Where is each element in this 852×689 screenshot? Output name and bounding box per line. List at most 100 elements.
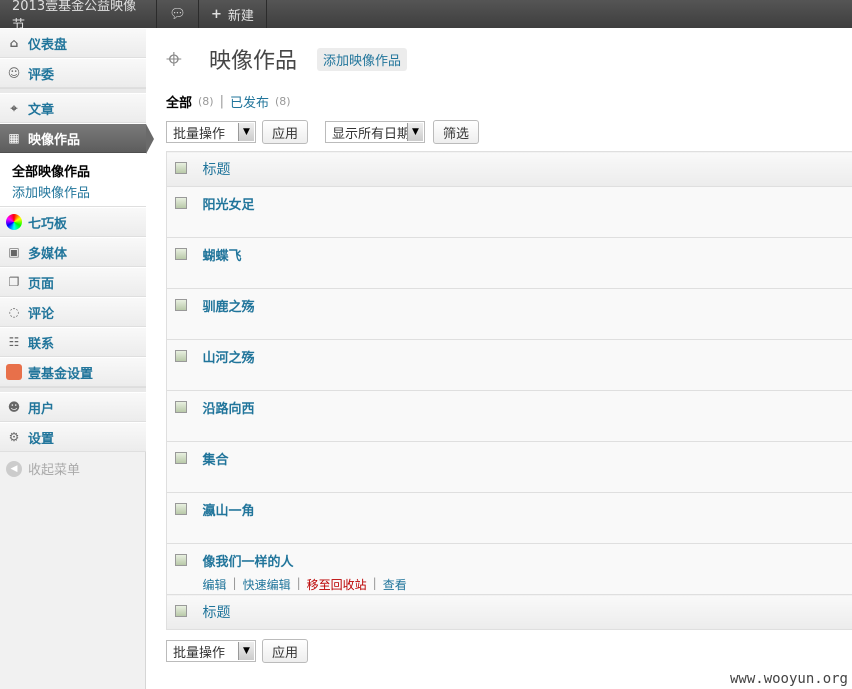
row-checkbox[interactable] xyxy=(175,452,187,464)
select-all-checkbox[interactable] xyxy=(175,162,187,174)
view-link[interactable]: 查看 xyxy=(383,576,407,593)
apply-button[interactable]: 应用 xyxy=(262,120,308,144)
comment-bubble-icon: 💬︎ xyxy=(169,6,186,22)
action-separator: | xyxy=(372,576,377,590)
filter-button[interactable]: 筛选 xyxy=(433,120,479,144)
chevron-down-icon: ▼ xyxy=(407,123,423,141)
comment-icon: ◌ xyxy=(8,305,20,319)
edit-link[interactable]: 编辑 xyxy=(203,576,227,593)
table-row: 集合 xyxy=(166,441,852,493)
quick-edit-link[interactable]: 快速编辑 xyxy=(243,576,291,593)
row-title[interactable]: 驯鹿之殇 xyxy=(203,300,255,315)
row-title-cell: 沿路向西 xyxy=(202,390,852,442)
new-label: 新建 xyxy=(227,8,254,24)
bulk-action-select[interactable]: 批量操作 ▼ xyxy=(166,121,256,143)
row-title[interactable]: 山河之殇 xyxy=(203,351,255,366)
chevron-down-icon: ▼ xyxy=(238,123,254,141)
row-checkbox[interactable] xyxy=(175,554,187,566)
bulk-action-value: 批量操作 xyxy=(173,645,226,661)
menu-item-settings[interactable]: ⚙ 设置 xyxy=(0,422,146,452)
menu-label: 文章 xyxy=(28,102,55,118)
table-row: 山河之殇 xyxy=(166,339,852,391)
site-name-link[interactable]: 2013壹基金公益映像节 xyxy=(0,0,157,33)
comments-button[interactable]: 💬︎ xyxy=(157,0,199,28)
new-content-button[interactable]: + 新建 xyxy=(199,0,267,28)
collapse-menu-button[interactable]: ◀ 收起菜单 xyxy=(6,459,80,478)
bulk-action-value: 批量操作 xyxy=(173,126,226,142)
row-title[interactable]: 沿路向西 xyxy=(203,402,255,417)
person-icon: ☺ xyxy=(7,66,21,80)
orange-leaf-icon xyxy=(6,364,22,380)
add-new-button[interactable]: 添加映像作品 xyxy=(317,48,408,71)
row-title[interactable]: 阳光女足 xyxy=(203,198,255,213)
action-separator: | xyxy=(232,576,237,590)
menu-item-judges[interactable]: ☺ 评委 xyxy=(0,58,146,88)
arrow-left-icon: ◀ xyxy=(6,460,22,477)
pushpin-icon: ⌖ xyxy=(10,100,18,115)
row-title[interactable]: 集合 xyxy=(203,453,229,468)
row-checkbox-cell xyxy=(166,492,203,544)
menu-item-media[interactable]: ▣ 多媒体 xyxy=(0,237,146,267)
row-title[interactable]: 瀛山一角 xyxy=(203,504,255,519)
row-checkbox-cell xyxy=(166,441,203,493)
trash-link[interactable]: 移至回收站 xyxy=(307,576,367,593)
filter-separator: | xyxy=(219,94,224,109)
filter-published[interactable]: 已发布 xyxy=(230,92,269,111)
column-title[interactable]: 标题 xyxy=(202,151,852,187)
column-title[interactable]: 标题 xyxy=(202,594,852,630)
menu-label: 多媒体 xyxy=(28,246,68,262)
plus-icon: + xyxy=(211,6,222,22)
row-checkbox[interactable] xyxy=(175,197,187,209)
row-checkbox[interactable] xyxy=(175,401,187,413)
menu-item-onefoundation-settings[interactable]: 壹基金设置 xyxy=(0,357,146,387)
menu-item-contact[interactable]: ☷ 联系 xyxy=(0,327,146,357)
table-row: 瀛山一角 xyxy=(166,492,852,544)
row-checkbox[interactable] xyxy=(175,503,187,515)
status-filters: 全部 (8) | 已发布 (8) xyxy=(166,92,291,111)
main-content: ⌖ 映像作品 添加映像作品 全部 (8) | 已发布 (8) 批量操作 ▼ 应用 … xyxy=(146,28,852,689)
menu-item-tangram[interactable]: 七巧板 xyxy=(0,207,146,237)
submenu-add-work[interactable]: 添加映像作品 xyxy=(12,182,90,201)
row-title-cell: 山河之殇 xyxy=(202,339,852,391)
row-title-cell: 蝴蝶飞 xyxy=(202,237,852,289)
row-checkbox[interactable] xyxy=(175,299,187,311)
submenu-all-works[interactable]: 全部映像作品 xyxy=(12,161,90,180)
menu-label: 仪表盘 xyxy=(28,37,68,53)
date-filter-select[interactable]: 显示所有日期 ▼ xyxy=(325,121,425,143)
action-separator: | xyxy=(296,576,301,590)
row-title[interactable]: 像我们一样的人 xyxy=(203,555,294,570)
menu-item-pages[interactable]: ❐ 页面 xyxy=(0,267,146,297)
apply-button-bottom[interactable]: 应用 xyxy=(262,639,308,663)
pushpin-icon: ⌖ xyxy=(166,42,182,75)
color-wheel-icon xyxy=(6,214,22,230)
admin-bar: 2013壹基金公益映像节 💬︎ + 新建 xyxy=(0,0,852,33)
table-header: 标题 xyxy=(166,151,852,187)
grid-icon: ▦ xyxy=(8,131,20,145)
chevron-down-icon: ▼ xyxy=(238,642,254,660)
pages-icon: ❐ xyxy=(8,275,20,289)
filter-published-count: (8) xyxy=(275,95,291,108)
filter-all[interactable]: 全部 xyxy=(166,92,192,111)
select-all-checkbox[interactable] xyxy=(175,605,187,617)
menu-label: 页面 xyxy=(28,276,55,292)
users-icon: ☻ xyxy=(7,400,21,414)
menu-label: 评委 xyxy=(28,67,55,83)
table-row: 阳光女足 xyxy=(166,186,852,238)
row-checkbox[interactable] xyxy=(175,248,187,260)
bulk-action-select-bottom[interactable]: 批量操作 ▼ xyxy=(166,640,256,662)
row-checkbox-cell xyxy=(166,543,203,595)
menu-item-posts[interactable]: ⌖ 文章 xyxy=(0,93,146,123)
menu-item-video-works[interactable]: ▦ 映像作品 xyxy=(0,123,154,154)
menu-item-dashboard[interactable]: ⌂ 仪表盘 xyxy=(0,28,146,58)
row-checkbox[interactable] xyxy=(175,350,187,362)
media-icon: ▣ xyxy=(8,245,20,259)
menu-item-users[interactable]: ☻ 用户 xyxy=(0,392,146,422)
row-title-cell: 瀛山一角 xyxy=(202,492,852,544)
table-row: 像我们一样的人 编辑 | 快速编辑 | 移至回收站 | 查看 xyxy=(166,543,852,595)
menu-item-comments[interactable]: ◌ 评论 xyxy=(0,297,146,327)
page-title: 映像作品 xyxy=(209,49,298,74)
date-filter-value: 显示所有日期 xyxy=(332,126,411,142)
menu-label: 壹基金设置 xyxy=(28,366,94,382)
row-title[interactable]: 蝴蝶飞 xyxy=(203,249,242,264)
posts-table: 标题 阳光女足 蝴蝶飞 驯鹿之殇 山河之殇 沿路向西 集合 瀛山一角 像我们一样… xyxy=(166,151,852,630)
